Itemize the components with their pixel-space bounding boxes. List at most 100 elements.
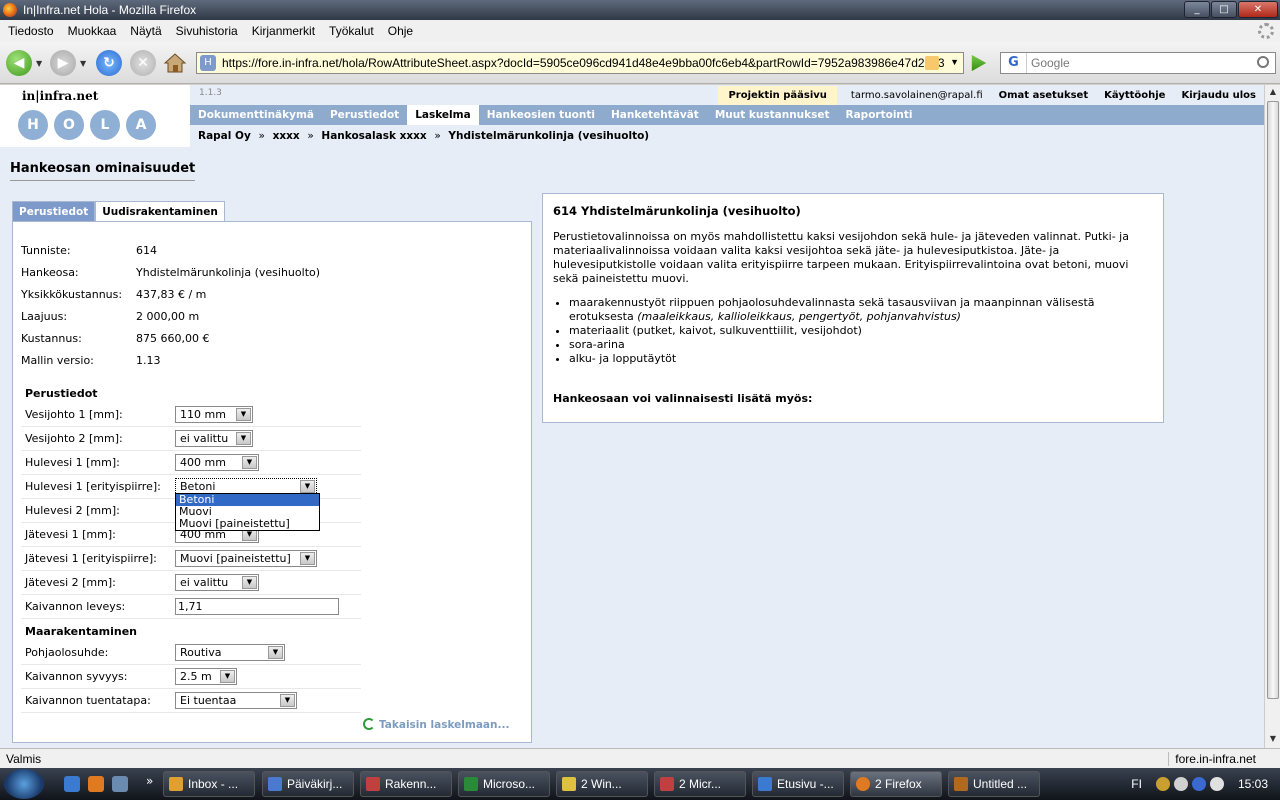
menu-sivuhistoria[interactable]: Sivuhistoria bbox=[176, 24, 238, 38]
desktop-quicklaunch-icon[interactable] bbox=[112, 776, 128, 792]
maximize-button[interactable]: □ bbox=[1211, 1, 1237, 18]
pohjaolosuhde-select[interactable]: Routiva ▼ bbox=[175, 644, 285, 661]
feed-icon[interactable] bbox=[925, 56, 939, 70]
reload-button[interactable]: ↻ bbox=[96, 50, 122, 76]
chevron-down-icon[interactable]: ▼ bbox=[220, 670, 235, 683]
chevron-down-icon[interactable]: ▼ bbox=[268, 646, 283, 659]
clock[interactable]: 15:03 bbox=[1238, 777, 1268, 791]
close-button[interactable]: ✕ bbox=[1238, 1, 1278, 18]
ie-quicklaunch-icon[interactable] bbox=[64, 776, 80, 792]
tray-app-icon[interactable] bbox=[1173, 777, 1188, 791]
tab-uudisrakentaminen[interactable]: Uudisrakentaminen bbox=[95, 201, 225, 222]
breadcrumb-item[interactable]: Rapal Oy bbox=[198, 130, 251, 142]
jatevesi2-select[interactable]: ei valittu ▼ bbox=[175, 574, 259, 591]
chevron-down-icon[interactable]: ▼ bbox=[236, 408, 251, 421]
task-untitled[interactable]: Untitled ... bbox=[948, 771, 1040, 797]
help-link[interactable]: Käyttöohje bbox=[1104, 90, 1165, 101]
search-input[interactable]: Google bbox=[1031, 56, 1070, 70]
task-label: Rakenn... bbox=[385, 777, 437, 791]
taskbar: » Inbox - ... Päiväkirj... Rakenn... Mic… bbox=[0, 768, 1280, 800]
address-bar[interactable]: H https://fore.in-infra.net/hola/RowAttr… bbox=[196, 52, 964, 74]
kaivannon-leveys-input[interactable]: 1,71 bbox=[175, 598, 339, 615]
vesijohto1-select[interactable]: 110 mm ▼ bbox=[175, 406, 253, 423]
menu-ohje[interactable]: Ohje bbox=[388, 24, 413, 38]
menu-nayta[interactable]: Näytä bbox=[130, 24, 161, 38]
kaivannon-tuentatapa-select[interactable]: Ei tuentaa ▼ bbox=[175, 692, 297, 709]
stop-button[interactable]: ✕ bbox=[130, 50, 156, 76]
info-value: 614 bbox=[136, 244, 157, 257]
erityispiirre-dropdown-list: Betoni Muovi Muovi [paineistettu] bbox=[175, 493, 320, 531]
chevron-down-icon[interactable]: ▼ bbox=[236, 432, 251, 445]
scrollbar-thumb[interactable] bbox=[1267, 101, 1279, 699]
chevron-down-icon[interactable]: ▼ bbox=[300, 552, 315, 565]
tab-hanketehtavat[interactable]: Hanketehtävät bbox=[603, 105, 707, 125]
app-icon bbox=[660, 777, 674, 791]
chevron-down-icon[interactable]: ▼ bbox=[300, 480, 315, 493]
google-search-engine-icon[interactable]: G bbox=[1001, 53, 1027, 73]
jatevesi1-erityispiirre-select[interactable]: Muovi [paineistettu] ▼ bbox=[175, 550, 317, 567]
tab-laskelma[interactable]: Laskelma bbox=[407, 105, 479, 125]
back-button[interactable]: ◀ bbox=[6, 50, 32, 76]
network-icon[interactable] bbox=[1191, 777, 1206, 791]
hola-logo[interactable]: in|infra.net H O L A bbox=[0, 85, 190, 147]
info-key: Mallin versio: bbox=[21, 354, 94, 367]
stop-icon: ✕ bbox=[137, 55, 149, 71]
breadcrumb-item[interactable]: Hankosalask xxxx bbox=[321, 130, 426, 142]
forward-history-dropdown-icon[interactable]: ▼ bbox=[80, 59, 86, 68]
kaivannon-syvyys-select[interactable]: 2.5 m ▼ bbox=[175, 668, 237, 685]
home-button[interactable] bbox=[162, 50, 188, 76]
tab-muut-kustannukset[interactable]: Muut kustannukset bbox=[707, 105, 838, 125]
task-micr[interactable]: 2 Micr... bbox=[654, 771, 746, 797]
firefox-quicklaunch-icon[interactable] bbox=[88, 776, 104, 792]
info-row: Kustannus: 875 660,00 € bbox=[21, 332, 320, 354]
quicklaunch-overflow[interactable]: » bbox=[146, 774, 153, 788]
task-rakenn[interactable]: Rakenn... bbox=[360, 771, 452, 797]
forward-button[interactable]: ▶ bbox=[50, 50, 76, 76]
excel-icon bbox=[464, 777, 478, 791]
chevron-down-icon[interactable]: ▼ bbox=[242, 456, 257, 469]
menu-muokkaa[interactable]: Muokkaa bbox=[68, 24, 117, 38]
info-key: Tunniste: bbox=[21, 244, 71, 257]
url-history-dropdown-icon[interactable]: ▼ bbox=[950, 57, 959, 67]
chevron-down-icon[interactable]: ▼ bbox=[242, 576, 257, 589]
logout-link[interactable]: Kirjaudu ulos bbox=[1181, 90, 1256, 101]
project-home-link[interactable]: Projektin pääsivu bbox=[718, 85, 837, 105]
language-indicator[interactable]: FI bbox=[1131, 777, 1142, 791]
search-box[interactable]: G Google bbox=[1000, 52, 1276, 74]
hulevesi1-select[interactable]: 400 mm ▼ bbox=[175, 454, 259, 471]
start-button[interactable] bbox=[4, 769, 44, 799]
scroll-down-icon[interactable]: ▼ bbox=[1267, 734, 1279, 746]
minimize-button[interactable]: _ bbox=[1184, 1, 1210, 18]
task-etusivu[interactable]: Etusivu -... bbox=[752, 771, 844, 797]
task-microsoft[interactable]: Microso... bbox=[458, 771, 550, 797]
logo-letter: A bbox=[126, 110, 156, 140]
tab-perustiedot[interactable]: Perustiedot bbox=[322, 105, 407, 125]
vesijohto2-select[interactable]: ei valittu ▼ bbox=[175, 430, 253, 447]
volume-icon[interactable] bbox=[1209, 777, 1224, 791]
task-firefox[interactable]: 2 Firefox bbox=[850, 771, 942, 797]
back-history-dropdown-icon[interactable]: ▼ bbox=[36, 59, 42, 68]
tray-app-icon[interactable] bbox=[1155, 777, 1170, 791]
vertical-scrollbar[interactable]: ▲ ▼ bbox=[1264, 85, 1280, 748]
scroll-up-icon[interactable]: ▲ bbox=[1267, 87, 1279, 99]
dropdown-option[interactable]: Muovi [paineistettu] bbox=[176, 518, 319, 530]
menu-tyokalut[interactable]: Työkalut bbox=[329, 24, 374, 38]
info-value: Yhdistelmärunkolinja (vesihuolto) bbox=[136, 266, 321, 279]
tab-raportointi[interactable]: Raportointi bbox=[838, 105, 921, 125]
task-paivakirja[interactable]: Päiväkirj... bbox=[262, 771, 354, 797]
settings-link[interactable]: Omat asetukset bbox=[999, 90, 1088, 101]
breadcrumb-item[interactable]: xxxx bbox=[273, 130, 300, 142]
form-row: Vesijohto 2 [mm]: ei valittu ▼ bbox=[21, 427, 361, 451]
task-windows[interactable]: 2 Win... bbox=[556, 771, 648, 797]
tab-hankeosien-tuonti[interactable]: Hankeosien tuonti bbox=[479, 105, 603, 125]
menu-tiedosto[interactable]: Tiedosto bbox=[8, 24, 54, 38]
tab-dokumenttinakyma[interactable]: Dokumenttinäkymä bbox=[190, 105, 322, 125]
back-to-calculation-link[interactable]: Takaisin laskelmaan... bbox=[363, 718, 509, 731]
url-text[interactable]: https://fore.in-infra.net/hola/RowAttrib… bbox=[222, 56, 945, 70]
go-button[interactable] bbox=[971, 54, 987, 72]
task-inbox[interactable]: Inbox - ... bbox=[163, 771, 255, 797]
chevron-down-icon[interactable]: ▼ bbox=[280, 694, 295, 707]
menu-kirjanmerkit[interactable]: Kirjanmerkit bbox=[252, 24, 315, 38]
search-magnifier-icon[interactable] bbox=[1257, 56, 1269, 68]
tab-perustiedot-props[interactable]: Perustiedot bbox=[12, 201, 96, 222]
